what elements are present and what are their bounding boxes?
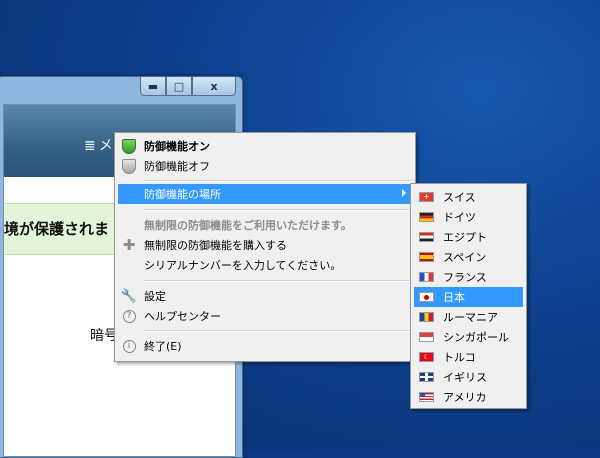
menu-icon: ≣ [84, 138, 96, 154]
romania-flag-icon [419, 312, 434, 322]
wrench-icon: 🔧 [120, 288, 138, 304]
shield-off-icon [122, 158, 136, 174]
submenu-item-uk[interactable]: イギリス [414, 367, 523, 387]
submenu-item-singapore[interactable]: シンガポール [414, 327, 523, 347]
menu-item-buy-unlimited[interactable]: ✚ 無制限の防御機能を購入する [118, 235, 412, 255]
submenu-item-label: スペイン [443, 251, 487, 264]
submenu-item-spain[interactable]: スペイン [414, 247, 523, 267]
submenu-item-label: エジプト [443, 231, 487, 244]
shield-on-icon [122, 138, 136, 154]
menu-item-enter-serial[interactable]: シリアルナンバーを入力してください。 [118, 255, 412, 275]
submenu-item-japan[interactable]: 日本 [414, 287, 523, 307]
menu-separator [143, 209, 412, 211]
menu-item-label: ヘルプセンター [144, 310, 221, 323]
germany-flag-icon [419, 212, 434, 222]
submenu-item-label: イギリス [443, 371, 487, 384]
menu-item-label: 無制限の防御機能を購入する [144, 239, 287, 252]
menu-separator [143, 280, 412, 282]
menu-item-label: 無制限の防御機能をご利用いただけます。 [144, 219, 352, 232]
plus-icon: ✚ [122, 236, 136, 254]
submenu-item-label: ルーマニア [443, 311, 498, 324]
banner-text: 境が保護されま [4, 220, 110, 238]
minimize-button[interactable]: ▬ [140, 77, 166, 96]
turkey-flag-icon: ☾ [419, 352, 434, 362]
menu-separator [143, 180, 412, 182]
menu-button[interactable]: ≣ メ [84, 135, 113, 155]
menu-item-location[interactable]: 防御機能の場所 [118, 184, 412, 204]
menu-item-label: 防御機能の場所 [144, 188, 221, 201]
maximize-button[interactable]: □ [166, 77, 192, 96]
submenu-item-label: トルコ [443, 351, 476, 364]
submenu-arrow-icon [402, 189, 406, 197]
menu-item-unlimited-notice: 無制限の防御機能をご利用いただけます。 [118, 215, 412, 235]
menu-item-protection-on[interactable]: 防御機能オン [118, 136, 412, 156]
submenu-item-label: アメリカ [443, 391, 487, 404]
close-button[interactable]: x [192, 77, 236, 96]
submenu-item-turkey[interactable]: ☾ トルコ [414, 347, 523, 367]
window-controls: ▬ □ x [140, 77, 236, 96]
menu-item-settings[interactable]: 🔧 設定 [118, 286, 412, 306]
singapore-flag-icon [419, 332, 434, 342]
spain-flag-icon [419, 252, 434, 262]
menu-item-help-center[interactable]: ? ヘルプセンター [118, 306, 412, 326]
submenu-item-label: シンガポール [443, 331, 509, 344]
submenu-item-label: ドイツ [443, 211, 476, 224]
france-flag-icon [419, 272, 434, 282]
submenu-item-label: スイス [443, 191, 476, 204]
egypt-flag-icon [419, 232, 434, 242]
menu-item-label: 防御機能オフ [144, 160, 210, 173]
menu-item-exit[interactable]: i 終了(E) [118, 336, 412, 356]
japan-flag-icon [419, 292, 434, 302]
context-menu: 防御機能オン 防御機能オフ 防御機能の場所 無制限の防御機能をご利用いただけます… [114, 132, 416, 362]
location-submenu: + スイス ドイツ エジプト スペイン フランス 日本 ルーマニア シンガポール… [410, 183, 527, 409]
submenu-item-usa[interactable]: アメリカ [414, 387, 523, 407]
menu-item-label: 防御機能オン [144, 140, 210, 153]
submenu-item-switzerland[interactable]: + スイス [414, 187, 523, 207]
menu-label: メ [98, 138, 113, 154]
uk-flag-icon [419, 372, 434, 382]
submenu-item-label: 日本 [443, 291, 465, 304]
menu-separator [143, 330, 412, 332]
submenu-item-egypt[interactable]: エジプト [414, 227, 523, 247]
power-icon: i [122, 339, 136, 353]
submenu-item-france[interactable]: フランス [414, 267, 523, 287]
menu-item-protection-off[interactable]: 防御機能オフ [118, 156, 412, 176]
submenu-item-germany[interactable]: ドイツ [414, 207, 523, 227]
submenu-item-label: フランス [443, 271, 487, 284]
submenu-item-romania[interactable]: ルーマニア [414, 307, 523, 327]
swiss-flag-icon: + [419, 192, 434, 202]
usa-flag-icon [419, 392, 434, 402]
menu-item-label: 終了(E) [144, 340, 182, 353]
menu-item-label: 設定 [144, 290, 166, 303]
menu-item-label: シリアルナンバーを入力してください。 [144, 259, 342, 272]
help-icon: ? [122, 309, 136, 323]
